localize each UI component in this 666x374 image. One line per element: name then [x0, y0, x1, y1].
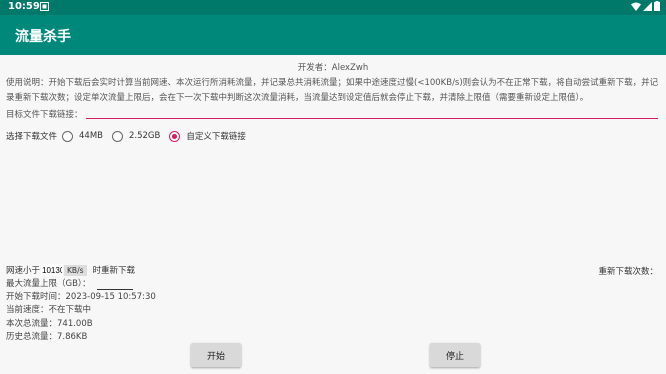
download-url-input[interactable]: [86, 107, 658, 119]
session-total-label: 本次总流量：741.00B: [6, 318, 93, 329]
radio-button-selected[interactable]: [169, 130, 181, 142]
speed-threshold-row: 网速小于 KB/s 时重新下载: [6, 264, 135, 276]
app-title: 流量杀手: [15, 29, 71, 45]
status-time: 10:59: [8, 1, 40, 12]
start-button[interactable]: 开始: [191, 343, 241, 367]
start-time-label: 开始下载时间：2023-09-15 10:57:30: [6, 292, 156, 303]
battery-icon: [654, 1, 660, 11]
url-label: 目标文件下载链接：: [6, 110, 83, 120]
speed-threshold-input[interactable]: [41, 264, 64, 276]
retry-count-label: 重新下载次数：: [598, 267, 658, 277]
instructions-text: 使用说明：开始下载后会实时计算当前网速、本次运行所消耗流量，并记录总共消耗流量；…: [6, 78, 659, 103]
developer-label: 开发者：AlexZwh: [297, 63, 369, 73]
history-total-label: 历史总流量：7.86KB: [6, 331, 88, 342]
radio-option-custom-link[interactable]: 自定义下载链接: [169, 130, 246, 142]
stop-button[interactable]: 停止: [430, 343, 480, 367]
choose-file-label: 选择下载文件: [6, 132, 58, 142]
current-speed-label: 当前速度：不在下载中: [6, 305, 92, 316]
main-content: 开发者：AlexZwh 使用说明：开始下载后会实时计算当前网速、本次运行所消耗流…: [0, 55, 666, 374]
radio-option-44mb[interactable]: 44MB: [62, 130, 103, 142]
max-traffic-input[interactable]: [96, 280, 133, 290]
app-bar: 流量杀手: [0, 15, 666, 55]
speed-prefix-label: 网速小于: [6, 266, 41, 276]
radio-label: 2.52GB: [129, 131, 161, 141]
radio-option-2-52gb[interactable]: 2.52GB: [112, 130, 161, 142]
stats-panel: 最大流量上限（GB）： 开始下载时间：2023-09-15 10:57:30 当…: [6, 278, 156, 344]
signal-icon: [643, 1, 652, 11]
speed-unit-label: KB/s: [64, 264, 87, 276]
notification-icon: [40, 2, 49, 11]
max-traffic-label: 最大流量上限（GB）：: [6, 279, 91, 289]
radio-button[interactable]: [112, 130, 123, 142]
status-bar: 10:59: [0, 0, 666, 15]
radio-button[interactable]: [62, 130, 74, 142]
speed-suffix-label: 时重新下载: [92, 266, 136, 276]
file-choice-row: 选择下载文件 44MB 2.52GB 自定义下载链接: [6, 129, 255, 143]
radio-label: 44MB: [79, 131, 103, 141]
wifi-icon: [631, 2, 641, 11]
radio-label: 自定义下载链接: [186, 132, 246, 142]
